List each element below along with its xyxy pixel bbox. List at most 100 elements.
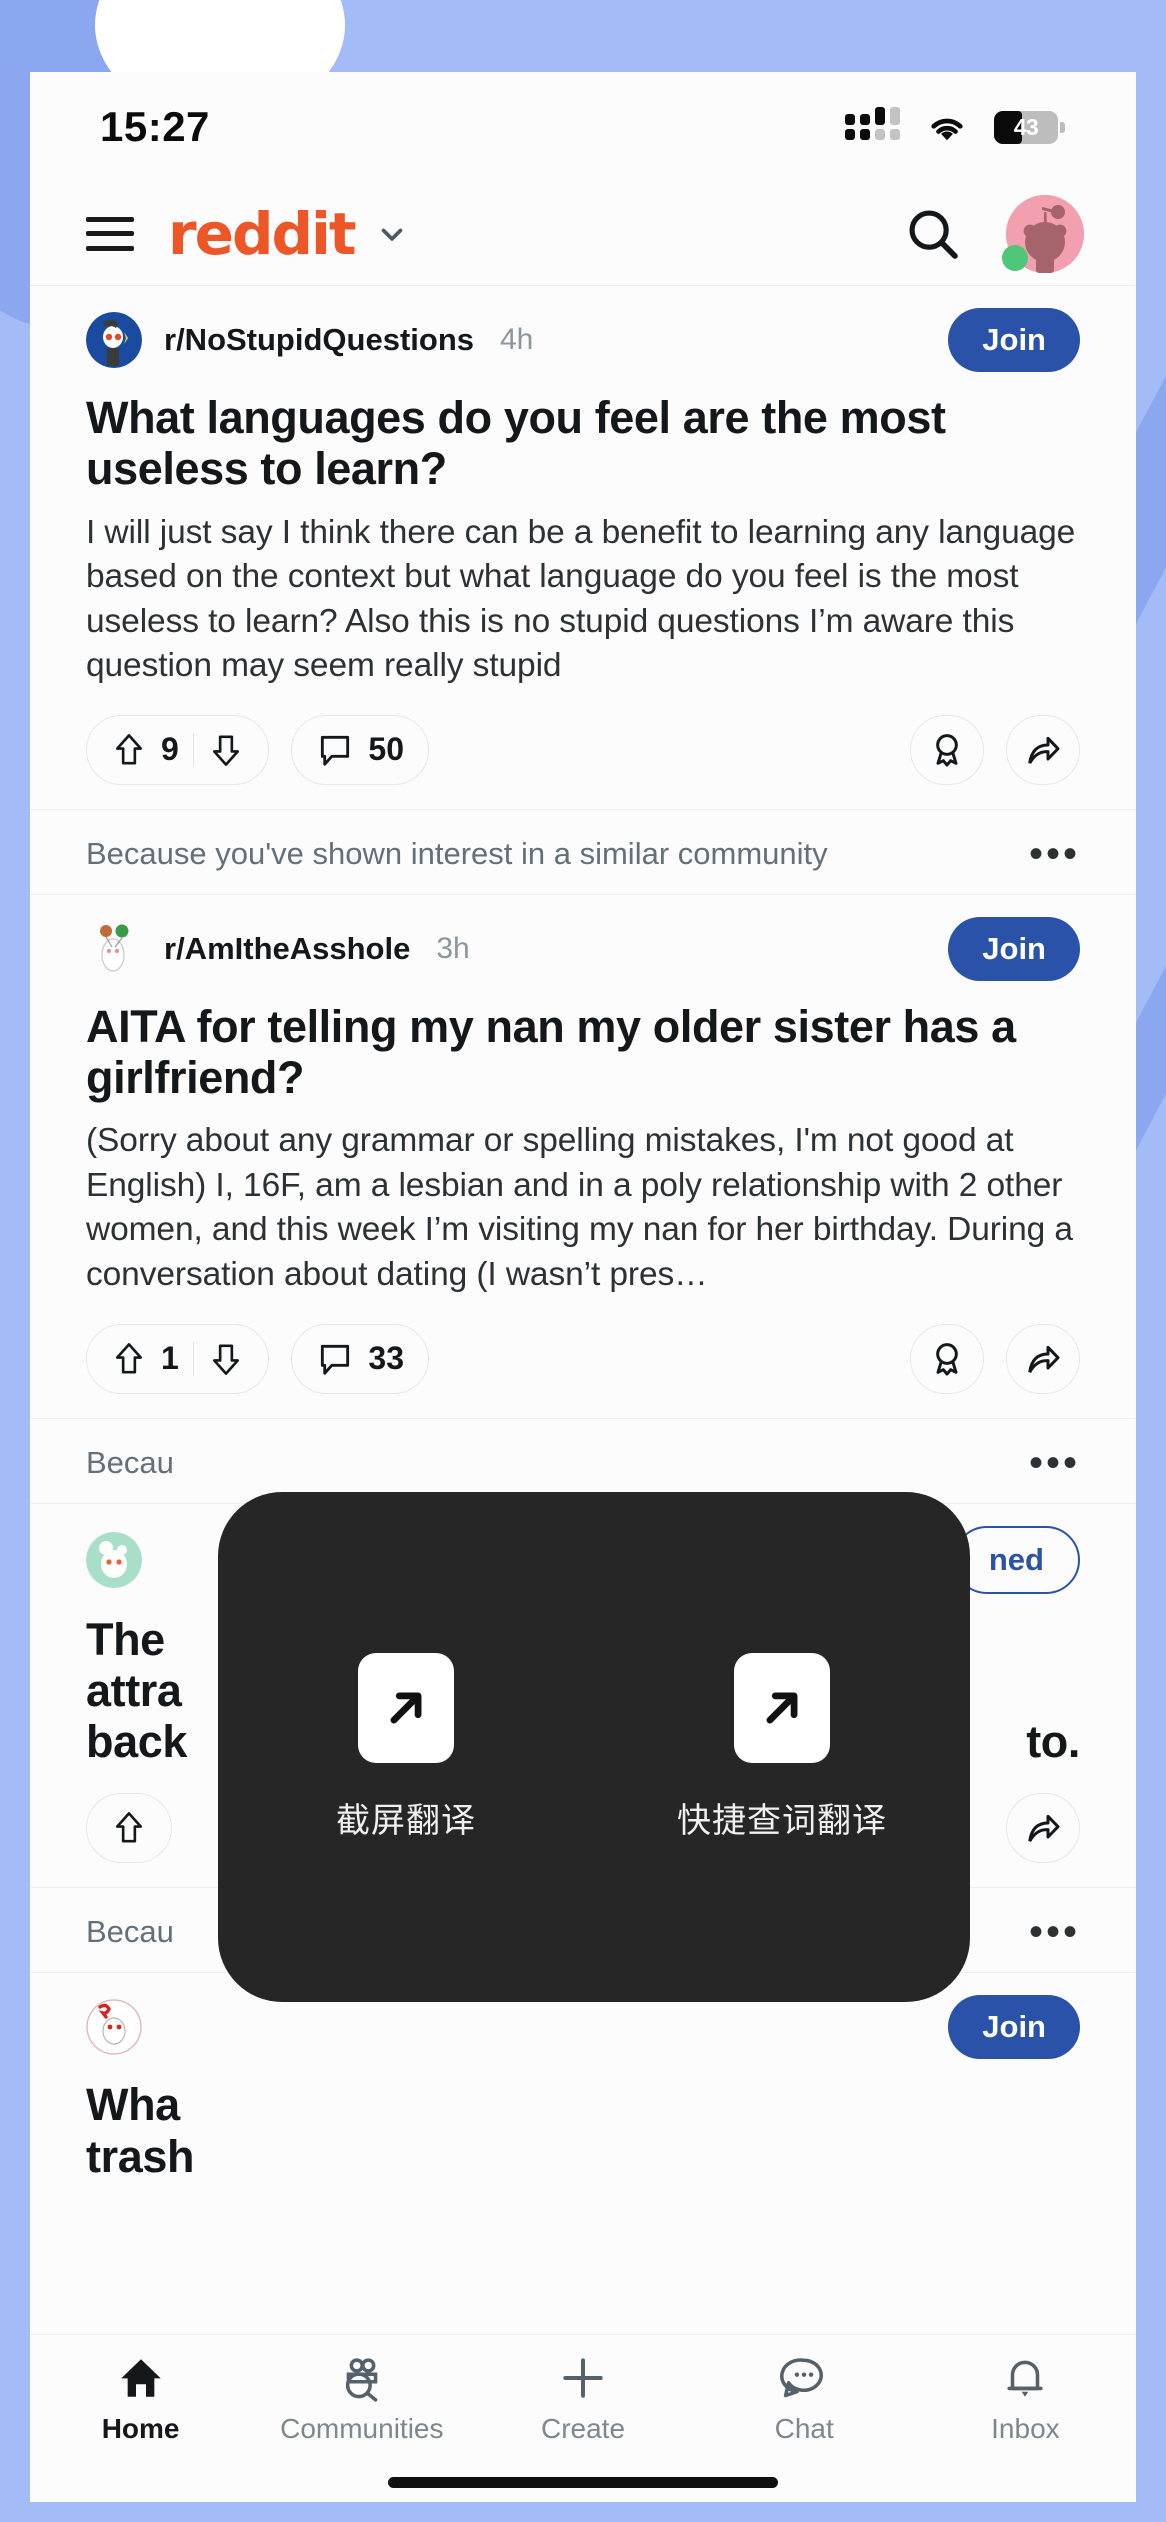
- upvote-count: 1: [161, 1340, 179, 1377]
- home-indicator-bar[interactable]: [388, 2477, 778, 2488]
- comment-bubble-icon[interactable]: [316, 1340, 354, 1378]
- battery-icon: 43: [994, 110, 1065, 144]
- quick-lookup-translate-option[interactable]: 快捷查词翻译: [652, 1652, 912, 1842]
- more-options-icon[interactable]: •••: [1029, 1912, 1080, 1952]
- join-button[interactable]: Join: [948, 916, 1080, 981]
- more-options-icon[interactable]: •••: [1029, 834, 1080, 874]
- bell-icon: [1007, 2360, 1044, 2397]
- join-button[interactable]: Join: [948, 1995, 1080, 2060]
- wifi-icon: [931, 118, 963, 141]
- app-header: reddit: [30, 182, 1136, 286]
- vote-pill[interactable]: 9: [86, 714, 270, 785]
- award-badge-icon[interactable]: [927, 730, 967, 770]
- post-header: r/NoStupidQuestions 4h Join: [86, 286, 1080, 378]
- subreddit-avatar[interactable]: [86, 920, 142, 977]
- post-card[interactable]: r/NoStupidQuestions 4h Join What languag…: [30, 286, 1136, 809]
- award-pill[interactable]: [910, 714, 984, 785]
- phone-screen: 15:27 43 reddit r/NoStupidQuestions 4h J…: [30, 72, 1136, 2502]
- status-bar: 15:27 43: [30, 72, 1136, 182]
- nav-label-home: Home: [101, 2413, 180, 2444]
- cellular-signal-icon: [845, 107, 900, 140]
- comment-pill[interactable]: 50: [291, 714, 429, 785]
- post-body[interactable]: I will just say I think there can be a b…: [86, 511, 1080, 689]
- recommendation-bar: Becau •••: [30, 1417, 1136, 1503]
- comment-pill[interactable]: 33: [291, 1323, 429, 1394]
- plus-icon: [563, 2358, 603, 2398]
- arrow-up-right-icon[interactable]: [734, 1652, 830, 1763]
- nav-item-create[interactable]: Create: [472, 2353, 693, 2445]
- nav-label-inbox: Inbox: [991, 2413, 1060, 2444]
- vote-pill[interactable]: [86, 1793, 172, 1864]
- downvote-arrow-icon[interactable]: [208, 731, 244, 769]
- post-title-line-2: attra: [86, 1664, 182, 1716]
- vote-pill[interactable]: 1: [86, 1323, 270, 1394]
- search-icon[interactable]: [902, 203, 964, 265]
- screenshot-translate-label: 截屏翻译: [336, 1801, 476, 1840]
- downvote-arrow-icon[interactable]: [208, 1340, 244, 1378]
- home-icon: [120, 2359, 161, 2397]
- joined-button[interactable]: ned: [952, 1525, 1080, 1594]
- share-pill[interactable]: [1006, 714, 1080, 785]
- share-pill[interactable]: [1006, 1793, 1080, 1864]
- post-title[interactable]: Wha trash: [86, 2079, 1080, 2182]
- chevron-down-icon[interactable]: [375, 217, 409, 251]
- post-action-bar: 1 33: [86, 1298, 1080, 1418]
- nav-item-inbox[interactable]: Inbox: [915, 2353, 1136, 2445]
- award-badge-icon[interactable]: [927, 1339, 967, 1379]
- recommendation-text: Becau: [86, 1444, 174, 1480]
- post-title[interactable]: AITA for telling my nan my older sister …: [86, 1001, 1080, 1104]
- post-header: r/AmItheAsshole 3h Join: [86, 895, 1080, 987]
- post-age: 3h: [436, 931, 470, 965]
- post-body[interactable]: (Sorry about any grammar or spelling mis…: [86, 1119, 1080, 1297]
- upvote-count: 9: [161, 731, 179, 768]
- comment-bubble-icon[interactable]: [316, 731, 354, 769]
- share-pill[interactable]: [1006, 1323, 1080, 1394]
- avatar[interactable]: [1002, 194, 1084, 273]
- upvote-arrow-icon[interactable]: [111, 1809, 147, 1847]
- nav-label-communities: Communities: [280, 2413, 444, 2444]
- post-title-line-3-tail: to.: [1026, 1716, 1080, 1768]
- post-title[interactable]: What languages do you feel are the most …: [86, 392, 1080, 495]
- join-button[interactable]: Join: [948, 308, 1080, 372]
- hamburger-menu-icon[interactable]: [86, 216, 134, 251]
- subreddit-name[interactable]: r/NoStupidQuestions: [164, 322, 474, 358]
- upvote-arrow-icon[interactable]: [111, 1340, 147, 1378]
- share-arrow-icon[interactable]: [1023, 730, 1063, 770]
- post-age: 4h: [500, 323, 534, 356]
- comment-count: 50: [368, 731, 404, 768]
- post-title-line-1: The: [86, 1613, 165, 1665]
- translate-popup[interactable]: 截屏翻译 快捷查词翻译: [218, 1492, 970, 2002]
- nav-item-home[interactable]: Home: [30, 2353, 251, 2445]
- post-title-line-2: trash: [86, 2130, 195, 2182]
- arrow-up-right-icon[interactable]: [358, 1652, 454, 1763]
- recommendation-bar: Because you've shown interest in a simil…: [30, 808, 1136, 894]
- nav-item-chat[interactable]: Chat: [694, 2353, 915, 2445]
- subreddit-avatar[interactable]: [86, 312, 142, 368]
- more-options-icon[interactable]: •••: [1029, 1443, 1080, 1483]
- award-pill[interactable]: [910, 1323, 984, 1394]
- status-clock: 15:27: [100, 103, 210, 150]
- subreddit-avatar[interactable]: [86, 1999, 142, 2056]
- post-action-bar: 9 50: [86, 689, 1080, 809]
- share-arrow-icon[interactable]: [1023, 1808, 1063, 1848]
- reddit-logo[interactable]: reddit: [168, 200, 357, 268]
- nav-label-chat: Chat: [774, 2413, 834, 2444]
- recommendation-text: Because you've shown interest in a simil…: [86, 835, 828, 871]
- subreddit-avatar[interactable]: [86, 1531, 142, 1588]
- share-arrow-icon[interactable]: [1023, 1339, 1063, 1379]
- communities-icon: [345, 2358, 378, 2402]
- status-icon-group: 43: [845, 107, 1065, 144]
- comment-count: 33: [368, 1340, 404, 1377]
- screenshot-translate-option[interactable]: 截屏翻译: [276, 1652, 536, 1842]
- nav-item-communities[interactable]: Communities: [251, 2353, 472, 2445]
- post-card[interactable]: r/AmItheAsshole 3h Join AITA for telling…: [30, 894, 1136, 1418]
- chat-bubble-icon: [780, 2358, 824, 2398]
- subreddit-name[interactable]: r/AmItheAsshole: [164, 931, 410, 967]
- online-status-indicator: [1002, 244, 1028, 271]
- post-title-line-1: Wha: [86, 2079, 180, 2131]
- battery-level-label: 43: [1013, 113, 1039, 140]
- quick-lookup-translate-label: 快捷查词翻译: [677, 1801, 887, 1840]
- upvote-arrow-icon[interactable]: [111, 731, 147, 769]
- post-card[interactable]: Join Wha trash: [30, 1973, 1136, 2183]
- nav-label-create: Create: [540, 2413, 626, 2444]
